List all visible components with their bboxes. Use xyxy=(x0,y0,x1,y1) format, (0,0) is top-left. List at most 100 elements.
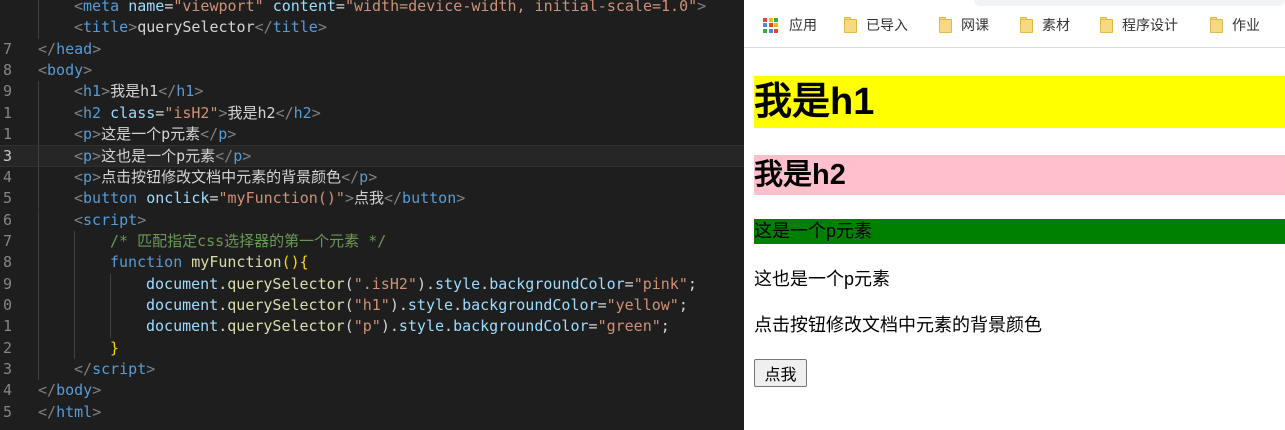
line-number: 1 xyxy=(2,317,12,336)
bookmark-folder-materials[interactable]: 素材 xyxy=(1020,14,1070,36)
code-text: <meta name="viewport" content="width=dev… xyxy=(74,0,706,17)
code-token: > xyxy=(456,189,466,208)
bookmark-label: 网课 xyxy=(961,17,989,33)
code-token: body xyxy=(47,61,84,80)
code-token: > xyxy=(344,189,354,208)
code-token: > xyxy=(218,103,228,122)
code-token: . xyxy=(218,274,228,293)
code-token: </ xyxy=(38,402,57,421)
code-token: </ xyxy=(158,82,177,101)
indent-guide xyxy=(38,294,39,317)
code-line[interactable]: 4 <p>点击按钮修改文档中元素的背景颜色</p> xyxy=(0,166,744,189)
code-line[interactable]: 6 <script> xyxy=(0,209,744,231)
code-token: "viewport" xyxy=(173,0,264,15)
indent-guide xyxy=(38,316,39,338)
code-token: } xyxy=(110,338,120,357)
code-token: . xyxy=(218,317,228,336)
code-token: < xyxy=(74,82,84,101)
code-token: html xyxy=(56,402,93,421)
code-token: ; xyxy=(660,317,670,336)
code-text: </head> xyxy=(38,39,101,60)
code-line[interactable]: 9 document.querySelector(".isH2").style.b… xyxy=(0,273,744,295)
code-line[interactable]: 2} xyxy=(0,337,744,359)
code-token: "pink" xyxy=(633,274,688,293)
code-line[interactable]: 0 document.querySelector("h1").style.back… xyxy=(0,294,744,317)
indent-guide xyxy=(110,273,111,295)
bookmark-folder-programming[interactable]: 程序设计 xyxy=(1100,14,1178,36)
indent-guide xyxy=(110,316,111,338)
paragraph-3: 点击按钮修改文档中元素的背景颜色 xyxy=(754,315,1042,335)
code-line[interactable]: 8 <body> xyxy=(0,60,744,81)
indent-guide xyxy=(74,230,75,253)
code-token: onclick xyxy=(146,189,210,208)
code-token: </ xyxy=(275,103,294,122)
code-token: 点击按钮修改文档中元素的背景颜色 xyxy=(101,167,342,186)
code-line[interactable]: 7 </head> xyxy=(0,39,744,60)
address-bar-edge xyxy=(974,0,1285,6)
code-token: </ xyxy=(215,147,234,166)
code-token: p xyxy=(233,147,243,166)
code-text: <button onclick="myFunction()">点我</butto… xyxy=(74,188,465,209)
code-token: = xyxy=(624,274,634,293)
code-line[interactable]: <meta name="viewport" content="width=dev… xyxy=(0,0,744,18)
code-line[interactable]: 5 <button onclick="myFunction()">点我</butt… xyxy=(0,188,744,210)
code-editor[interactable]: <meta name="viewport" content="width=dev… xyxy=(0,0,744,430)
bookmark-apps[interactable]: 应用 xyxy=(763,14,817,36)
code-line[interactable]: 7 /* 匹配指定css选择器的第一个元素 */ xyxy=(0,230,744,253)
code-token: h1 xyxy=(176,82,195,101)
code-text: document.querySelector(".isH2").style.ba… xyxy=(146,274,697,295)
code-token: p xyxy=(218,125,228,144)
code-token: > xyxy=(194,82,204,101)
code-line[interactable]: 1 <h2 class="isH2">我是h2</h2> xyxy=(0,102,744,125)
code-token: > xyxy=(311,103,321,122)
line-number: 8 xyxy=(2,253,12,272)
code-token: "h1" xyxy=(353,295,390,314)
code-token: script xyxy=(83,210,138,229)
code-token: < xyxy=(74,167,84,186)
code-line[interactable]: 4 </body> xyxy=(0,380,744,401)
indent-guide xyxy=(74,252,75,274)
code-line[interactable]: 1 document.querySelector("p").style.backg… xyxy=(0,316,744,338)
code-token: > xyxy=(128,18,138,37)
code-token: style xyxy=(407,295,454,314)
code-token: 我是h2 xyxy=(227,103,276,122)
bookmark-folder-courses[interactable]: 网课 xyxy=(939,14,989,36)
browser-window: 应用 已导入 网课 素材 程序设计 作业 我是h1 我是h2 这是一个p元素 这… xyxy=(744,0,1285,430)
line-number: 3 xyxy=(2,359,12,378)
code-token: = xyxy=(164,0,174,15)
code-token: style xyxy=(398,317,445,336)
code-line[interactable]: 3 <p>这也是一个p元素</p> xyxy=(0,145,744,168)
code-token: . xyxy=(444,317,454,336)
indent-guide xyxy=(38,146,39,168)
code-line[interactable]: 3 </script> xyxy=(0,358,744,381)
code-token: = xyxy=(335,0,345,15)
bookmark-label: 素材 xyxy=(1042,17,1070,33)
code-token: </ xyxy=(38,381,57,400)
code-line[interactable]: 5 </html> xyxy=(0,402,744,423)
code-token: > xyxy=(368,167,378,186)
folder-icon xyxy=(1210,16,1223,33)
code-token: p xyxy=(359,167,369,186)
line-number: 1 xyxy=(2,125,12,144)
code-token: content xyxy=(272,0,336,15)
code-line[interactable]: <title>querySelector</title> xyxy=(0,17,744,39)
code-text: </body> xyxy=(38,380,101,401)
indent-guide xyxy=(38,17,39,39)
code-token: </ xyxy=(74,359,93,378)
code-token: ( xyxy=(344,274,354,293)
code-token: function xyxy=(110,253,183,272)
bookmarks-bar: 应用 已导入 网课 素材 程序设计 作业 xyxy=(744,0,1285,48)
click-me-button[interactable]: 点我 xyxy=(754,359,807,387)
code-token: 我是h1 xyxy=(110,82,159,101)
bookmark-folder-imported[interactable]: 已导入 xyxy=(844,14,908,36)
code-line[interactable]: 1 <p>这是一个p元素</p> xyxy=(0,124,744,146)
code-token: "width=device-width, initial-scale=1.0" xyxy=(344,0,698,15)
folder-icon xyxy=(939,16,952,33)
code-line[interactable]: 8 function myFunction(){ xyxy=(0,252,744,274)
line-number: 0 xyxy=(2,295,12,314)
bookmark-label: 已导入 xyxy=(866,17,908,33)
code-token: ). xyxy=(389,295,408,314)
bookmark-folder-homework[interactable]: 作业 xyxy=(1210,14,1260,36)
code-line[interactable]: 9 <h1>我是h1</h1> xyxy=(0,81,744,103)
